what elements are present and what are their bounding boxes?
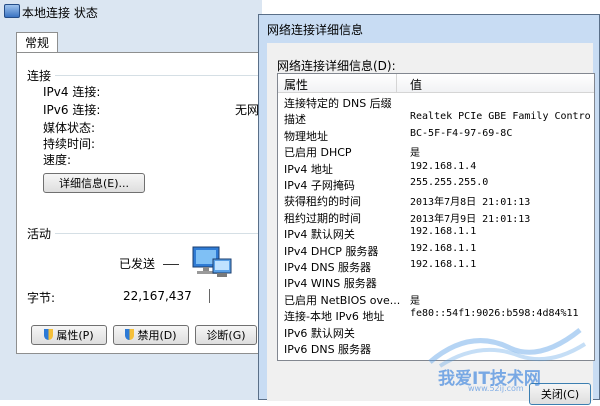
connection-group-label: 连接 [27,69,52,83]
sent-dash [163,264,179,265]
property-name: IPv4 DNS 服务器 [284,261,372,274]
property-value: 192.168.1.4 [410,160,477,172]
list-item[interactable]: 获得租约的时间 2013年7月8日 21:01:13 [278,192,594,208]
property-value: 192.168.1.1 [410,226,477,238]
property-name: IPv4 地址 [284,162,333,176]
shield-icon [125,329,135,340]
list-item[interactable]: 已启用 DHCP 是 [278,143,594,159]
window-title: 网络连接详细信息 [267,23,364,37]
list-item[interactable]: IPv4 DNS 服务器 192.168.1.1 [278,258,594,274]
details-client-area: 网络连接详细信息(D): 属性 值 连接特定的 DNS 后缀 描述 Realtek … [267,43,595,405]
close-button[interactable]: 关闭(C) [529,383,591,405]
network-details-window: 网络连接详细信息 网络连接详细信息(D): 属性 值 连接特定的 DNS 后缀描… [258,14,600,405]
list-item[interactable]: 描述 Realtek PCIe GBE Family Contro [278,110,594,126]
group-divider [55,75,263,76]
activity-group-label: 活动 [27,227,52,241]
speed-label: 速度: [43,153,72,167]
property-value: 2013年7月9日 21:01:13 [410,213,531,225]
list-item[interactable]: IPv4 默认网关 192.168.1.1 [278,225,594,241]
property-value: fe80::54f1:9026:b598:4d84%11 [410,308,579,320]
property-name: IPv4 DHCP 服务器 [284,244,379,258]
details-button[interactable]: 详细信息(E)... [43,173,145,193]
network-activity-icon [192,246,232,277]
group-divider [55,233,263,234]
ipv6-connectivity-value: 无网 [235,103,260,117]
list-item[interactable]: IPv4 WINS 服务器 [278,274,594,290]
property-name: IPv6 默认网关 [284,326,355,340]
list-item[interactable]: 租约过期的时间 2013年7月9日 21:01:13 [278,209,594,225]
list-item[interactable]: IPv4 地址 192.168.1.4 [278,160,594,176]
list-item[interactable]: IPv6 默认网关 [278,324,594,340]
property-name: IPv6 DNS 服务器 [284,343,372,356]
diagnose-button[interactable]: 诊断(G) [195,325,257,345]
disable-button-label: 禁用(D) [137,329,177,342]
bytes-label: 字节: [27,291,56,305]
property-name: 连接-本地 IPv6 地址 [284,310,385,324]
media-state-label: 媒体状态: [43,121,96,135]
general-panel: 连接 IPv4 连接: IPv6 连接: 无网 媒体状态: 持续时间: 速度: … [16,52,263,354]
property-value: 192.168.1.1 [410,259,477,270]
list-item[interactable]: 物理地址 BC-5F-F4-97-69-8C [278,127,594,143]
column-header-property[interactable]: 属性 [284,76,308,93]
ipv6-connectivity-label: IPv6 连接: [43,103,101,117]
list-item[interactable]: IPv4 DHCP 服务器 192.168.1.1 [278,242,594,258]
column-separator[interactable] [396,74,397,92]
ipv4-connectivity-label: IPv4 连接: [43,85,101,99]
property-name: 获得租约的时间 [284,195,361,209]
title-bar: 本地连接 状态 [0,0,262,22]
property-value: Realtek PCIe GBE Family Contro [410,111,591,123]
property-name: IPv4 子网掩码 [284,179,355,192]
details-list[interactable]: 属性 值 连接特定的 DNS 后缀 描述 Realtek PCIe GBE Fami… [277,73,595,361]
properties-button-label: 属性(P) [56,329,94,342]
property-value: 192.168.1.1 [410,242,477,254]
network-icon [4,4,20,18]
list-item[interactable]: IPv6 DNS 服务器 [278,340,594,356]
property-name: IPv4 WINS 服务器 [284,277,377,291]
list-item[interactable]: 连接特定的 DNS 后缀 [278,94,594,110]
list-item[interactable]: 已启用 NetBIOS ove... 是 [278,291,594,307]
connection-status-window: 本地连接 状态 常规 连接 IPv4 连接: IPv6 连接: 无网 媒体状态:… [0,0,263,400]
tab-general[interactable]: 常规 [16,32,58,53]
property-value: 是 [410,148,420,160]
sent-label: 已发送 [119,257,156,271]
property-value: 255.255.255.0 [410,177,489,188]
property-value: 是 [410,295,420,307]
disable-button[interactable]: 禁用(D) [113,325,189,345]
list-item[interactable]: IPv4 子网掩码 255.255.255.0 [278,176,594,192]
cable-line [209,289,210,303]
window-title: 本地连接 状态 [22,6,98,20]
property-name: 已启用 NetBIOS ove... [284,293,401,307]
property-name: 物理地址 [284,129,328,143]
shield-icon [44,329,54,340]
duration-label: 持续时间: [43,137,96,151]
property-value: 2013年7月8日 21:01:13 [410,197,531,209]
property-value: BC-5F-F4-97-69-8C [410,127,513,139]
property-name: 描述 [284,113,306,127]
bytes-sent-value: 22,167,437 [123,289,192,303]
properties-button[interactable]: 属性(P) [31,325,107,345]
property-name: 连接特定的 DNS 后缀 [284,97,392,110]
property-name: IPv4 默认网关 [284,228,355,242]
details-caption: 网络连接详细信息(D): [277,59,396,73]
list-header: 属性 值 [278,74,594,93]
property-name: 已启用 DHCP [284,146,352,160]
column-header-value[interactable]: 值 [410,76,422,93]
property-name: 租约过期的时间 [284,211,361,225]
list-item[interactable]: 连接-本地 IPv6 地址 fe80::54f1:9026:b598:4d84%1… [278,307,594,323]
